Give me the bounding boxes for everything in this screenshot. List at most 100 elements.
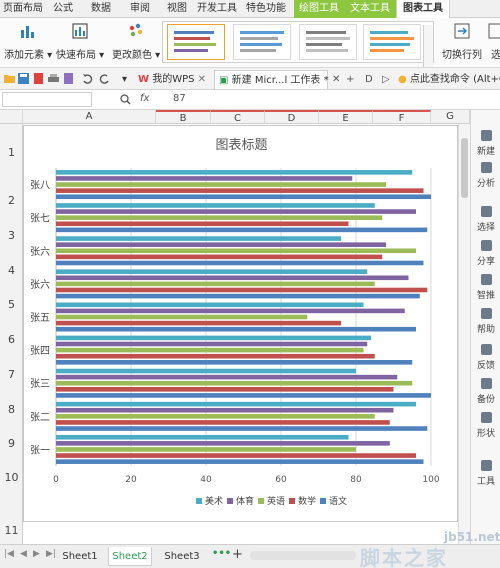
bar-语文[interactable] — [56, 426, 428, 431]
gallery-scroll[interactable] — [423, 25, 433, 67]
bar-美术[interactable] — [56, 434, 349, 440]
close-icon[interactable]: ✕ — [332, 70, 340, 89]
bar-数学[interactable] — [56, 254, 383, 260]
sheet-tab-3[interactable]: Sheet3 — [160, 547, 204, 566]
ribbon-tab[interactable]: 图表工具 — [396, 0, 450, 18]
bar-语文[interactable] — [56, 360, 413, 365]
column-header[interactable]: G — [431, 110, 470, 124]
bar-美术[interactable] — [56, 401, 416, 407]
bar-英语[interactable] — [56, 414, 375, 419]
legend-label[interactable]: 美术 — [205, 495, 223, 507]
legend-label[interactable]: 数学 — [298, 495, 316, 507]
horizontal-scrollbar[interactable] — [250, 551, 356, 560]
folder-icon[interactable] — [4, 73, 15, 84]
row-header[interactable]: 3 — [0, 229, 23, 242]
preview-icon[interactable] — [63, 73, 74, 84]
side-panel-share[interactable]: 分享 — [471, 240, 500, 267]
bar-英语[interactable] — [56, 380, 413, 386]
column-header[interactable]: E — [319, 110, 373, 124]
new-tab-icon[interactable]: + — [346, 70, 354, 89]
bar-体育[interactable] — [56, 341, 368, 347]
add-sheet-icon[interactable]: + — [232, 547, 243, 562]
bar-美术[interactable] — [56, 170, 413, 175]
chart-style-thumbnail[interactable] — [299, 24, 357, 60]
side-panel-backup[interactable]: 备份 — [471, 378, 500, 405]
d-icon[interactable]: D — [365, 70, 373, 89]
bar-语文[interactable] — [56, 293, 420, 299]
row-header[interactable]: 10 — [0, 471, 23, 484]
row-header[interactable]: 4 — [0, 264, 23, 277]
legend-label[interactable]: 英语 — [267, 495, 285, 507]
share-icon[interactable]: ▷ — [382, 70, 390, 89]
ribbon-tab[interactable]: 特色功能 — [238, 0, 294, 18]
customize-dropdown-icon[interactable]: ▾ — [122, 70, 127, 89]
zoom-icon[interactable] — [120, 94, 131, 105]
bar-英语[interactable] — [56, 248, 416, 254]
bar-体育[interactable] — [56, 407, 394, 413]
prev-sheet-icon[interactable]: ◀ — [20, 549, 27, 559]
side-panel-feedback[interactable]: 反馈 — [471, 344, 500, 371]
row-header[interactable]: 1 — [0, 146, 23, 159]
row-header[interactable]: 6 — [0, 333, 23, 346]
ribbon-tab[interactable]: 开发工具 — [196, 0, 238, 18]
bar-数学[interactable] — [56, 453, 416, 458]
bar-数学[interactable] — [56, 221, 349, 227]
print-icon[interactable] — [48, 73, 59, 84]
save-icon[interactable] — [18, 73, 29, 84]
chart-style-gallery[interactable] — [162, 21, 434, 67]
bar-美术[interactable] — [56, 203, 375, 208]
bar-语文[interactable] — [56, 393, 431, 398]
bar-英语[interactable] — [56, 347, 364, 353]
first-sheet-icon[interactable]: |◀ — [4, 549, 14, 559]
side-panel-help[interactable]: 帮助 — [471, 308, 500, 335]
bar-数学[interactable] — [56, 320, 341, 326]
row-header[interactable]: 8 — [0, 403, 23, 416]
row-header[interactable]: 11 — [0, 524, 23, 537]
vertical-scrollbar[interactable] — [458, 124, 470, 544]
undo-icon[interactable] — [82, 73, 93, 84]
bar-英语[interactable] — [56, 281, 375, 287]
side-panel-tools[interactable]: 工具 — [471, 460, 500, 487]
bar-chart[interactable]: 图表标题 0 20 40 60 80 100 张一 张二 张三 张四 张五 张六 张六 张七 张八 美术 体育英… — [23, 125, 458, 522]
side-panel-recommend[interactable]: 智推 — [471, 274, 500, 301]
side-panel-select[interactable]: 选择 — [471, 206, 500, 233]
bar-语文[interactable] — [56, 227, 428, 233]
next-sheet-icon[interactable]: ▶ — [33, 549, 40, 559]
switch-rowcol-button[interactable]: 切换行列 — [442, 22, 482, 61]
close-icon[interactable]: ✕ — [198, 74, 206, 85]
side-panel-new[interactable]: 新建 — [471, 130, 500, 157]
ribbon-tab[interactable]: 公式 — [46, 0, 80, 18]
pdf-icon[interactable] — [33, 73, 44, 84]
bar-美术[interactable] — [56, 335, 371, 341]
bar-数学[interactable] — [56, 420, 390, 425]
fx-label[interactable]: fx — [140, 93, 149, 104]
column-header[interactable]: B — [156, 110, 211, 124]
sheet-tab-1[interactable]: Sheet1 — [60, 547, 100, 566]
ribbon-tab[interactable]: 页面布局 — [0, 0, 46, 18]
bar-语文[interactable] — [56, 459, 424, 464]
select-data-button[interactable]: 选 — [487, 22, 500, 61]
bar-体育[interactable] — [56, 209, 416, 214]
bar-英语[interactable] — [56, 182, 386, 187]
bar-语文[interactable] — [56, 260, 424, 266]
bar-美术[interactable] — [56, 302, 364, 308]
ribbon-tab[interactable]: 文本工具 — [344, 0, 396, 18]
ribbon-tab[interactable]: 审阅 — [122, 0, 158, 18]
column-header[interactable]: F — [373, 110, 431, 124]
chart-style-thumbnail[interactable] — [233, 24, 291, 60]
bar-美术[interactable] — [56, 269, 368, 274]
more-sheets-icon[interactable]: ••• — [212, 548, 231, 559]
row-header[interactable]: 5 — [0, 298, 23, 311]
bar-英语[interactable] — [56, 314, 308, 320]
column-header[interactable]: A — [23, 110, 156, 124]
formula-value[interactable]: 87 — [173, 93, 186, 104]
chart-style-thumbnail[interactable] — [363, 24, 421, 60]
ribbon-tab[interactable]: 数据 — [80, 0, 122, 18]
redo-icon[interactable] — [99, 73, 110, 84]
legend-label[interactable]: 语文 — [329, 495, 347, 507]
chart-style-thumbnail[interactable] — [167, 24, 225, 60]
bar-英语[interactable] — [56, 215, 383, 220]
command-search[interactable]: ● 点此查找命令 (Alt+Q — [398, 70, 500, 89]
bar-数学[interactable] — [56, 353, 375, 359]
bar-体育[interactable] — [56, 441, 390, 446]
